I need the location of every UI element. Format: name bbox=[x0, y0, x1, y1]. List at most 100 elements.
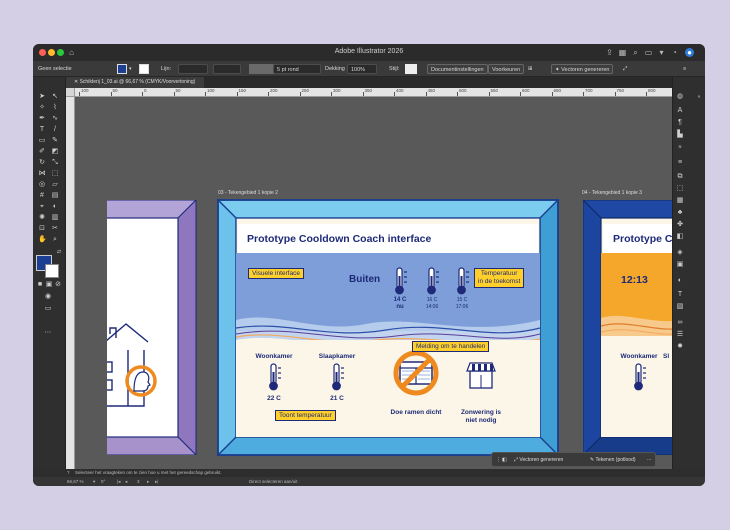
screen-mode-icon[interactable]: ▭ bbox=[44, 305, 52, 313]
taskbar-select-icon[interactable]: ◧ bbox=[502, 456, 507, 465]
eyedropper-icon[interactable]: ⌖ bbox=[38, 203, 46, 211]
character-icon[interactable]: A bbox=[676, 107, 684, 115]
fill-swatch[interactable] bbox=[117, 64, 127, 74]
help-icon[interactable]: ? bbox=[67, 469, 70, 477]
shape-builder-icon[interactable]: ◎ bbox=[38, 181, 46, 189]
arrange-icon[interactable]: ▦ bbox=[618, 48, 627, 57]
rectangle-tool-icon[interactable]: ▭ bbox=[38, 137, 46, 145]
prev-artboard-icon[interactable]: ◂ bbox=[125, 477, 127, 486]
text-panel-icon[interactable]: T bbox=[676, 291, 684, 299]
artboards-panel-icon[interactable]: ▣ bbox=[676, 261, 684, 269]
share-icon[interactable]: ⇪ bbox=[605, 48, 614, 57]
zoom-dropdown-icon[interactable]: ▾ bbox=[93, 477, 95, 486]
workspace-icon[interactable]: ▭ bbox=[644, 48, 653, 57]
lasso-icon[interactable]: ⌇ bbox=[51, 104, 59, 112]
style-swatch[interactable] bbox=[405, 64, 417, 74]
expand-panels-icon[interactable]: « bbox=[695, 93, 703, 101]
menu-icon[interactable]: ≡ bbox=[683, 64, 686, 74]
draw-mode-icon[interactable]: ◉ bbox=[44, 293, 52, 301]
gradient-icon[interactable]: ▤ bbox=[51, 192, 59, 200]
avatar[interactable]: ● bbox=[685, 48, 694, 57]
line-tool-icon[interactable]: / bbox=[51, 126, 59, 134]
paragraph-icon[interactable]: ¶ bbox=[676, 119, 684, 127]
mesh-icon[interactable]: # bbox=[38, 192, 46, 200]
eraser-icon[interactable]: ◩ bbox=[51, 148, 59, 156]
align-panel-icon[interactable]: ≡ bbox=[676, 159, 684, 167]
selection-tool-icon[interactable]: ➤ bbox=[38, 93, 46, 101]
none-mode-icon[interactable]: ⊘ bbox=[54, 281, 62, 289]
brush-select[interactable]: 5 pt rond bbox=[273, 64, 321, 74]
direct-selection-tool-icon[interactable]: ↖ bbox=[51, 93, 59, 101]
collapse-icon[interactable]: ▾ bbox=[657, 48, 666, 57]
artboard-tool-icon[interactable]: ⊡ bbox=[38, 225, 46, 233]
ctx-generate-vectors-button[interactable]: ⤢ Vectoren genereren bbox=[514, 456, 563, 465]
taskbar-grip-icon[interactable]: ⋮ bbox=[496, 456, 501, 465]
hint-bar: ? Selecteer het vraagteken om te zien ho… bbox=[33, 469, 705, 477]
image-trace-icon[interactable]: ▧ bbox=[676, 303, 684, 311]
generate-vectors-button[interactable]: ✦ Vectoren genereren bbox=[551, 64, 614, 74]
layers-icon[interactable]: ◈ bbox=[676, 249, 684, 257]
contextual-task-bar: ⋮ ◧ ⤢ Vectoren genereren ✎ Tekenen (potl… bbox=[491, 452, 656, 467]
curvature-icon[interactable]: ∿ bbox=[51, 115, 59, 123]
graph-icon[interactable]: ▥ bbox=[51, 214, 59, 222]
document-settings-button[interactable]: Documentinstellingen bbox=[427, 64, 488, 74]
opacity-field[interactable]: 100% bbox=[347, 64, 377, 74]
color-panel-icon[interactable]: ◐ bbox=[676, 277, 684, 285]
left-artboard[interactable] bbox=[66, 200, 197, 455]
canvas[interactable]: 100 50 0 50 100 150 200 250 300 350 400 450 500 550 60… bbox=[66, 88, 672, 469]
width-tool-icon[interactable]: ⋈ bbox=[38, 170, 46, 178]
pen-tool-icon[interactable]: ✒ bbox=[38, 115, 46, 123]
color-mode-icon[interactable]: ■ bbox=[36, 281, 44, 289]
paintbrush-icon[interactable]: ✎ bbox=[51, 137, 59, 145]
first-artboard-icon[interactable]: |◂ bbox=[117, 477, 120, 486]
gradient-mode-icon[interactable]: ▣ bbox=[45, 281, 53, 289]
transform-panel-icon[interactable]: ⬚ bbox=[676, 185, 684, 193]
appearance-icon[interactable]: ✹ bbox=[676, 343, 684, 351]
pathfinder-icon[interactable]: ⧉ bbox=[676, 173, 684, 181]
rotate-view-field[interactable]: 0° bbox=[101, 477, 105, 486]
type-tool-icon[interactable]: T bbox=[38, 126, 46, 134]
perspective-icon[interactable]: ▱ bbox=[51, 181, 59, 189]
swap-colors-icon[interactable]: ⇄ bbox=[55, 248, 63, 256]
links-icon[interactable]: ∞ bbox=[676, 319, 684, 327]
stroke-weight-field[interactable] bbox=[178, 64, 208, 74]
stroke-color-well[interactable] bbox=[45, 264, 59, 278]
preferences-button[interactable]: Voorkeuren bbox=[488, 64, 525, 74]
stroke-swatch[interactable] bbox=[139, 64, 149, 74]
zoom-tool-icon[interactable]: ⌕ bbox=[51, 236, 59, 244]
ctx-more-icon[interactable]: ⋯ bbox=[647, 456, 652, 465]
free-transform-icon[interactable]: ⬚ bbox=[51, 170, 59, 178]
last-artboard-icon[interactable]: ▸| bbox=[155, 477, 158, 486]
document-tab[interactable]: ✕ Schilderij 1_03.ai @ 66,67 % (CMYK/Voo… bbox=[66, 77, 204, 88]
zoom-field[interactable]: 66,67 % bbox=[67, 477, 84, 486]
notification-icon[interactable]: ◔ bbox=[670, 48, 679, 57]
glyphs-icon[interactable]: ▙ bbox=[676, 131, 684, 139]
more-tools-icon[interactable]: ⋯ bbox=[44, 329, 52, 337]
opentype-icon[interactable]: ℴ bbox=[676, 143, 684, 151]
symbol-sprayer-icon[interactable]: ✺ bbox=[38, 214, 46, 222]
hand-tool-icon[interactable]: ✋ bbox=[38, 236, 47, 244]
transform-icon[interactable]: ⤢ bbox=[623, 64, 627, 74]
properties-icon[interactable]: ◍ bbox=[676, 93, 684, 101]
variable-width-field[interactable] bbox=[213, 64, 241, 74]
ctx-draw-pencil-button[interactable]: ✎ Tekenen (potlood) bbox=[590, 456, 636, 465]
brushes-icon[interactable]: ♣ bbox=[676, 209, 684, 217]
magic-wand-icon[interactable]: ✧ bbox=[38, 104, 46, 112]
graphic-styles-icon[interactable]: ◧ bbox=[676, 233, 684, 241]
slice-icon[interactable]: ✂ bbox=[51, 225, 59, 233]
fill-dropdown-icon[interactable]: ▾ bbox=[129, 64, 132, 74]
right-slide-time: 12:13 bbox=[621, 274, 648, 286]
stroke-panel-icon[interactable]: ☰ bbox=[676, 331, 684, 339]
symbols-icon[interactable]: ✤ bbox=[676, 221, 684, 229]
search-icon[interactable]: ⌕ bbox=[631, 48, 640, 57]
artboard-number[interactable]: 3 bbox=[137, 477, 140, 486]
rotate-icon[interactable]: ↻ bbox=[38, 159, 46, 167]
scale-icon[interactable]: ⤡ bbox=[51, 159, 59, 167]
next-artboard-icon[interactable]: ▸ bbox=[147, 477, 149, 486]
align-icon[interactable]: ⊞ bbox=[528, 64, 533, 74]
shaper-icon[interactable]: ✐ bbox=[38, 148, 46, 156]
temp-1706-value: 15 C bbox=[456, 297, 468, 303]
blend-icon[interactable]: ◐ bbox=[51, 203, 59, 211]
label-future-temperature: Temperatuur in de toekomst bbox=[474, 268, 525, 288]
swatches-icon[interactable]: ▦ bbox=[676, 197, 684, 205]
